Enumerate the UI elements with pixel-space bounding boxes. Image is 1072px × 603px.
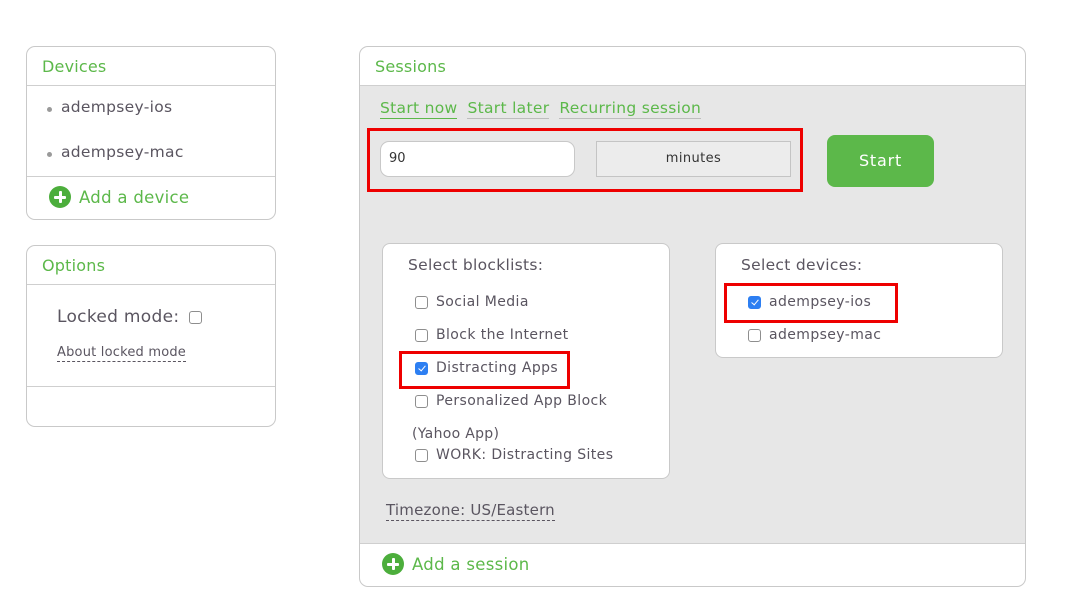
bullet-icon (47, 152, 52, 157)
add-session-button[interactable]: Add a session (382, 553, 530, 575)
plus-circle-icon (382, 553, 404, 575)
device-name: adempsey-ios (61, 98, 173, 116)
tab-start-later[interactable]: Start later (467, 98, 550, 119)
blocklist-label: Personalized App Block (436, 393, 608, 409)
devices-panel-title: Devices (27, 47, 275, 86)
devices-panel: Devices adempsey-ios adempsey-mac Add a … (26, 46, 276, 220)
device-list: adempsey-ios adempsey-mac (27, 86, 275, 177)
device-name: adempsey-mac (61, 143, 184, 161)
blocklist-checkbox[interactable] (415, 361, 428, 375)
blocklist-checkbox[interactable] (415, 448, 428, 462)
about-locked-mode-link[interactable]: About locked mode (57, 345, 186, 362)
blocklist-option[interactable]: Personalized App Block (415, 393, 607, 409)
blocklist-checkbox[interactable] (415, 295, 428, 309)
tab-start-now[interactable]: Start now (380, 98, 458, 119)
blocklist-wrapped-text: (Yahoo App) (412, 426, 500, 442)
device-option-label: adempsey-mac (769, 327, 882, 343)
duration-unit-select[interactable]: minutes (596, 141, 791, 177)
add-device-label: Add a device (79, 187, 190, 207)
sessions-panel: Sessions Start now Start later Recurring… (359, 46, 1026, 587)
device-list-item[interactable]: adempsey-ios (27, 98, 275, 143)
timezone-link[interactable]: Timezone: US/Eastern (386, 501, 555, 521)
blocklist-label: Distracting Apps (436, 360, 559, 376)
add-session-label: Add a session (412, 554, 530, 574)
options-panel-title: Options (27, 246, 275, 285)
options-body: Locked mode: About locked mode (27, 285, 275, 387)
tab-recurring-session[interactable]: Recurring session (559, 98, 702, 119)
blocklist-option[interactable]: Social Media (415, 294, 529, 310)
plus-circle-icon (49, 186, 71, 208)
device-option-label: adempsey-ios (769, 294, 872, 310)
locked-mode-row: Locked mode: (57, 307, 275, 327)
blocklist-option[interactable]: Block the Internet (415, 327, 569, 343)
session-editor: Start now Start later Recurring session … (360, 86, 1025, 544)
device-option[interactable]: adempsey-ios (748, 294, 871, 310)
blocklist-option[interactable]: Distracting Apps (415, 360, 558, 376)
add-device-button[interactable]: Add a device (27, 177, 275, 217)
device-option[interactable]: adempsey-mac (748, 327, 881, 343)
locked-mode-checkbox[interactable] (189, 310, 203, 324)
session-type-tabs: Start now Start later Recurring session (380, 98, 702, 119)
blocklist-label: WORK: Distracting Sites (436, 447, 614, 463)
select-devices-title: Select devices: (741, 256, 863, 274)
options-panel: Options Locked mode: About locked mode (26, 245, 276, 427)
select-devices-card: Select devices: adempsey-ios adempsey-ma… (715, 243, 1003, 358)
blocklist-checkbox[interactable] (415, 394, 428, 408)
locked-mode-label: Locked mode: (57, 307, 180, 327)
blocklists-title: Select blocklists: (408, 256, 544, 274)
blocklists-card: Select blocklists: Social Media Block th… (382, 243, 670, 479)
bullet-icon (47, 107, 52, 112)
start-button[interactable]: Start (827, 135, 934, 187)
blocklist-option[interactable]: WORK: Distracting Sites (415, 447, 613, 463)
device-checkbox[interactable] (748, 328, 761, 342)
duration-input[interactable]: 90 (380, 141, 575, 177)
blocklist-label: Block the Internet (436, 327, 569, 343)
device-checkbox[interactable] (748, 295, 761, 309)
blocklist-checkbox[interactable] (415, 328, 428, 342)
blocklist-label: Social Media (436, 294, 529, 310)
sessions-panel-title: Sessions (360, 47, 1025, 86)
